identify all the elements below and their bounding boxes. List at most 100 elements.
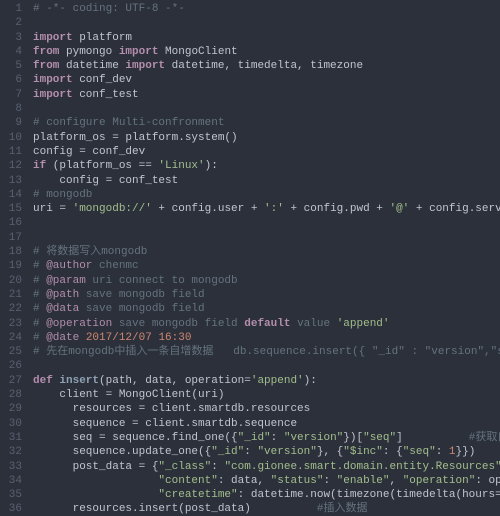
code-line[interactable]: # -*- coding: UTF-8 -*- — [33, 2, 500, 16]
line-number: 2 — [0, 16, 22, 30]
code-line[interactable]: "content": data, "status": "enable", "op… — [33, 474, 500, 488]
code-line[interactable]: if (platform_os == 'Linux'): — [33, 159, 500, 173]
line-number: 23 — [0, 317, 22, 331]
token-ident: , — [389, 475, 402, 487]
code-line[interactable] — [33, 216, 500, 230]
code-line[interactable]: import conf_dev — [33, 73, 500, 87]
line-number: 36 — [0, 502, 22, 516]
code-line[interactable] — [33, 231, 500, 245]
line-number: 12 — [0, 159, 22, 173]
line-number: 19 — [0, 259, 22, 273]
code-line[interactable]: "createtime": datetime.now(timezone(time… — [33, 488, 500, 502]
code-line[interactable]: # @date 2017/12/07 16:30 — [33, 331, 500, 345]
code-line[interactable]: def insert(path, data, operation='append… — [33, 374, 500, 388]
code-line[interactable] — [33, 102, 500, 116]
line-number: 7 — [0, 88, 22, 102]
line-number: 20 — [0, 274, 22, 288]
code-line[interactable]: resources = client.smartdb.resources — [33, 402, 500, 416]
token-comment: # — [33, 303, 46, 315]
code-line[interactable] — [33, 16, 500, 30]
code-line[interactable]: from datetime import datetime, timedelta… — [33, 59, 500, 73]
code-line[interactable]: # @param uri connect to mongodb — [33, 274, 500, 288]
code-line[interactable]: seq = sequence.find_one({"_id": "version… — [33, 431, 500, 445]
token-ident: }, { — [317, 446, 343, 458]
token-comment — [79, 332, 86, 344]
code-line[interactable]: post_data = {"_class": "com.gionee.smart… — [33, 460, 500, 474]
token-keyword: default — [244, 318, 290, 330]
code-line[interactable]: # @data save mongodb field — [33, 302, 500, 316]
code-line[interactable]: # 将数据写入mongodb — [33, 245, 500, 259]
token-ident: datetime, timedelta, timezone — [165, 60, 363, 72]
line-number: 28 — [0, 388, 22, 402]
token-comment: # 先在mongodb中插入一条自增数据 db.sequence.insert(… — [33, 346, 500, 358]
line-number: 6 — [0, 73, 22, 87]
code-line[interactable]: client = MongoClient(uri) — [33, 388, 500, 402]
token-ident: (platform_os == — [46, 160, 158, 172]
token-ident: ): — [205, 160, 218, 172]
token-string: "operation" — [403, 475, 476, 487]
token-defkw: def — [33, 375, 59, 387]
token-ident: resources = client.smartdb.resources — [33, 403, 310, 415]
line-number: 4 — [0, 45, 22, 59]
token-comment: #获取自增id — [469, 432, 500, 444]
token-ident: sequence.update_one({ — [33, 446, 211, 458]
code-line[interactable]: import conf_test — [33, 88, 500, 102]
token-comment: # — [33, 332, 46, 344]
token-ident: : — [436, 446, 449, 458]
code-line[interactable]: resources.insert(post_data) #插入数据 — [33, 502, 500, 516]
token-string: "version" — [257, 446, 316, 458]
token-string: "version" — [284, 432, 343, 444]
code-line[interactable]: # @operation save mongodb field default … — [33, 317, 500, 331]
token-comment: # -*- coding: UTF-8 -*- — [33, 3, 185, 15]
code-line[interactable]: # @path save mongodb field — [33, 288, 500, 302]
line-number: 34 — [0, 474, 22, 488]
token-ident: + config.server + — [409, 203, 500, 215]
code-line[interactable]: uri = 'mongodb://' + config.user + ':' +… — [33, 202, 500, 216]
token-string: "com.gionee.smart.domain.entity.Resource… — [224, 461, 500, 473]
token-string: "_id" — [211, 446, 244, 458]
token-doctag: @author — [46, 260, 92, 272]
token-ident: : — [211, 461, 224, 473]
code-line[interactable]: # configure Multi-confronment — [33, 116, 500, 130]
code-line[interactable]: sequence = client.smartdb.sequence — [33, 417, 500, 431]
code-line[interactable]: from pymongo import MongoClient — [33, 45, 500, 59]
token-ident: seq = sequence.find_one({ — [33, 432, 238, 444]
line-number: 33 — [0, 460, 22, 474]
code-line[interactable]: config = conf_test — [33, 174, 500, 188]
code-area[interactable]: # -*- coding: UTF-8 -*- import platformf… — [27, 0, 500, 516]
line-number: 32 — [0, 445, 22, 459]
token-ident: datetime — [59, 60, 125, 72]
token-ident: pymongo — [59, 46, 118, 58]
line-number: 16 — [0, 216, 22, 230]
token-comment: save mongodb field — [112, 318, 244, 330]
code-line[interactable]: platform_os = platform.system() — [33, 131, 500, 145]
line-number: 13 — [0, 174, 22, 188]
token-number: 1 — [449, 446, 456, 458]
token-ident: conf_dev — [73, 74, 132, 86]
code-line[interactable]: # 先在mongodb中插入一条自增数据 db.sequence.insert(… — [33, 345, 500, 359]
token-comment: # mongodb — [33, 189, 92, 201]
token-ident: }}) — [456, 446, 500, 458]
token-ident: : — [271, 432, 284, 444]
token-ident: uri = — [33, 203, 73, 215]
line-number: 1 — [0, 2, 22, 16]
code-line[interactable] — [33, 359, 500, 373]
token-string: "_id" — [238, 432, 271, 444]
line-number: 8 — [0, 102, 22, 116]
line-number: 27 — [0, 374, 22, 388]
token-comment: # 将数据写入mongodb — [33, 246, 147, 258]
token-string: "status" — [271, 475, 324, 487]
token-ident: : — [323, 475, 336, 487]
code-line[interactable]: sequence.update_one({"_id": "version"}, … — [33, 445, 500, 459]
code-line[interactable]: import platform — [33, 31, 500, 45]
token-ident: platform_os = platform.system() — [33, 132, 238, 144]
code-line[interactable]: config = conf_dev — [33, 145, 500, 159]
code-line[interactable]: # @author chenmc — [33, 259, 500, 273]
line-number: 17 — [0, 231, 22, 245]
token-import: import — [33, 74, 73, 86]
code-line[interactable]: # mongodb — [33, 188, 500, 202]
token-ident: })[ — [343, 432, 363, 444]
line-number: 31 — [0, 431, 22, 445]
token-ident: post_data = { — [33, 461, 158, 473]
code-editor[interactable]: 1234567891011121314151617181920212223242… — [0, 0, 500, 516]
